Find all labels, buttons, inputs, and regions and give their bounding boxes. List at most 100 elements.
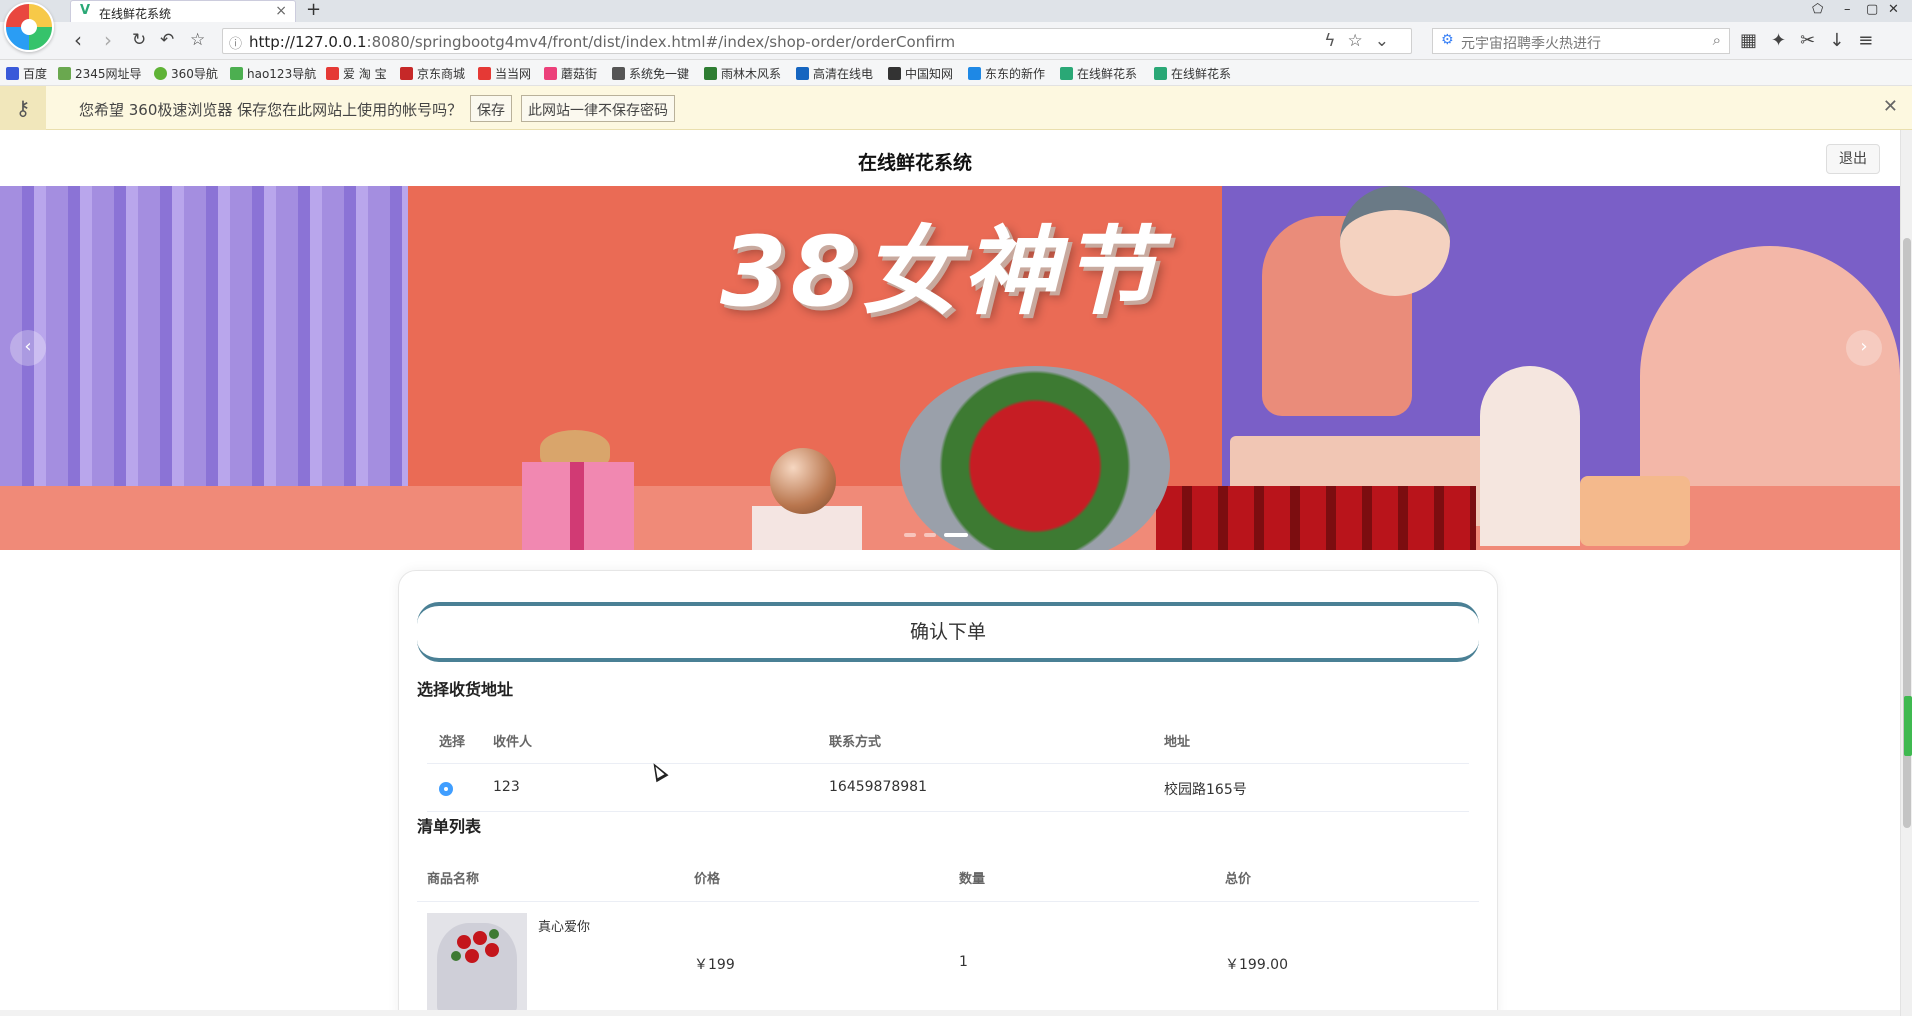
column-header-product: 商品名称: [427, 872, 480, 887]
divider: [417, 901, 1479, 902]
maximize-icon[interactable]: ▢: [1866, 2, 1878, 17]
bookmark-item[interactable]: 雨林木风系: [704, 65, 781, 82]
save-password-bar: ⚷ 您希望 360极速浏览器 保存您在此网站上使用的帐号吗？ 保存 此网站一律不…: [0, 86, 1912, 130]
banner-title: 38女神节: [720, 216, 1162, 328]
column-header-phone: 联系方式: [829, 735, 882, 750]
bookmark-label: 当当网: [495, 67, 532, 81]
bookmark-item[interactable]: 高清在线电: [796, 65, 873, 82]
download-icon[interactable]: ↓: [1829, 30, 1858, 51]
column-header-quantity: 数量: [959, 872, 986, 887]
baidu-icon: [6, 67, 19, 80]
logout-button[interactable]: 退出: [1826, 144, 1880, 174]
address-radio[interactable]: [439, 782, 453, 796]
hao123-icon: [230, 67, 243, 80]
bookmark-item[interactable]: 蘑菇街: [544, 65, 597, 82]
hd-video-icon: [796, 67, 809, 80]
bookmark-label: 高清在线电: [813, 67, 874, 81]
bookmark-item[interactable]: hao123导航: [230, 65, 316, 82]
bookmark-item[interactable]: 当当网: [478, 65, 531, 82]
close-window-icon[interactable]: ✕: [1888, 2, 1899, 17]
forward-icon[interactable]: ›: [104, 30, 112, 50]
next-slide-icon[interactable]: ›: [1846, 330, 1882, 366]
bookmark-label: 2345网址导: [75, 67, 142, 81]
vue-logo-icon: [1154, 67, 1167, 80]
password-prompt-text: 您希望 360极速浏览器 保存您在此网站上使用的帐号吗？: [79, 101, 463, 119]
search-engine-icon[interactable]: ⚙: [1441, 32, 1454, 48]
banner-carousel[interactable]: 38女神节 ‹ ›: [0, 186, 1900, 550]
divider: [427, 811, 1469, 812]
order-confirm-card: 确认下单 选择收货地址 选择 收件人 联系方式 地址 123 164598789…: [398, 570, 1498, 1016]
scissors-icon[interactable]: ✂: [1800, 30, 1829, 51]
divider: [427, 763, 1469, 764]
lightning-icon[interactable]: ϟ: [1324, 31, 1347, 51]
browser-tab-strip: V 在线鲜花系统 × + ⬠ – ▢ ✕: [0, 0, 1912, 22]
browser-tab[interactable]: V 在线鲜花系统 ×: [70, 0, 296, 22]
apps-grid-icon[interactable]: ▦: [1740, 30, 1771, 51]
carousel-dot[interactable]: [924, 532, 936, 537]
vue-logo-icon: [1060, 67, 1073, 80]
site-header: 在线鲜花系统 退出: [0, 130, 1900, 186]
search-input[interactable]: ⚙ 元宇宙招聘季火热进行 ⌕: [1432, 28, 1730, 54]
never-save-button[interactable]: 此网站一律不保存密码: [521, 95, 675, 122]
cnki-icon: [888, 67, 901, 80]
close-icon[interactable]: ✕: [1883, 96, 1898, 117]
gift-bow: [540, 430, 610, 466]
site-info-icon[interactable]: ⓘ: [229, 33, 242, 52]
gift-box: [522, 462, 634, 550]
game-icon[interactable]: ✦: [1771, 30, 1800, 51]
back-icon[interactable]: ‹: [74, 30, 82, 50]
bottom-strip: [0, 1010, 1900, 1016]
url-dropdown-icon[interactable]: ⌄: [1375, 31, 1401, 51]
close-tab-icon[interactable]: ×: [275, 3, 287, 19]
skin-icon[interactable]: ⬠: [1812, 2, 1823, 17]
illustration-pencil: [1480, 366, 1580, 546]
bookmark-item[interactable]: 中国知网: [888, 65, 953, 82]
url-actions: ϟ☆⌄: [1324, 31, 1401, 51]
bookmark-label: 百度: [23, 67, 48, 81]
product-name: 真心爱你: [538, 920, 591, 935]
url-input[interactable]: ⓘ http://127.0.0.1:8080/springbootg4mv4/…: [222, 28, 1412, 54]
side-indicator: [1904, 696, 1912, 756]
page-scrollbar[interactable]: [1900, 130, 1912, 1016]
search-icon[interactable]: ⌕: [1713, 31, 1721, 49]
leaf: [489, 929, 499, 939]
favorite-star-icon[interactable]: ☆: [190, 30, 205, 50]
2345-icon: [58, 67, 71, 80]
url-path: :8080/springbootg4mv4/front/dist/index.h…: [366, 33, 956, 51]
system-icon: [612, 67, 625, 80]
carousel-dot[interactable]: [904, 532, 916, 537]
bookmark-item[interactable]: 2345网址导: [58, 65, 142, 82]
bookmark-item[interactable]: 东东的新作: [968, 65, 1045, 82]
browser-logo-icon[interactable]: [4, 2, 54, 52]
rose: [485, 943, 499, 957]
address-section-title: 选择收货地址: [417, 680, 514, 699]
undo-close-icon[interactable]: ↶: [160, 30, 174, 50]
rose: [465, 949, 479, 963]
jd-icon: [400, 67, 413, 80]
bookmark-item[interactable]: 在线鲜花系: [1060, 65, 1137, 82]
price-cell: ￥199: [694, 957, 735, 973]
minimize-icon[interactable]: –: [1844, 2, 1851, 17]
360-nav-icon: [154, 67, 167, 80]
bookmark-label: 在线鲜花系: [1077, 67, 1138, 81]
bookmark-label: 雨林木风系: [721, 67, 782, 81]
address-bar-row: ‹ › ↻ ↶ ☆ ⓘ http://127.0.0.1:8080/spring…: [0, 22, 1912, 60]
prev-slide-icon[interactable]: ‹: [10, 330, 46, 366]
bookmark-star-icon[interactable]: ☆: [1348, 31, 1375, 51]
total-cell: ￥199.00: [1225, 957, 1288, 973]
column-header-total: 总价: [1225, 872, 1252, 887]
address-cell: 校园路165号: [1164, 782, 1247, 798]
quantity-cell: 1: [959, 954, 968, 970]
bookmark-item[interactable]: 爱 淘 宝: [326, 65, 387, 82]
bookmark-item[interactable]: 百度: [6, 65, 47, 82]
menu-icon[interactable]: ≡: [1858, 30, 1887, 51]
save-password-button[interactable]: 保存: [470, 95, 512, 122]
new-tab-icon[interactable]: +: [306, 0, 321, 20]
bookmark-item[interactable]: 京东商城: [400, 65, 465, 82]
carousel-dot[interactable]: [944, 532, 968, 537]
bookmark-item[interactable]: 系统免一键: [612, 65, 689, 82]
column-header-recipient: 收件人: [493, 735, 533, 750]
bookmark-item[interactable]: 在线鲜花系: [1154, 65, 1231, 82]
bookmark-item[interactable]: 360导航: [154, 65, 218, 82]
reload-icon[interactable]: ↻: [132, 30, 146, 50]
